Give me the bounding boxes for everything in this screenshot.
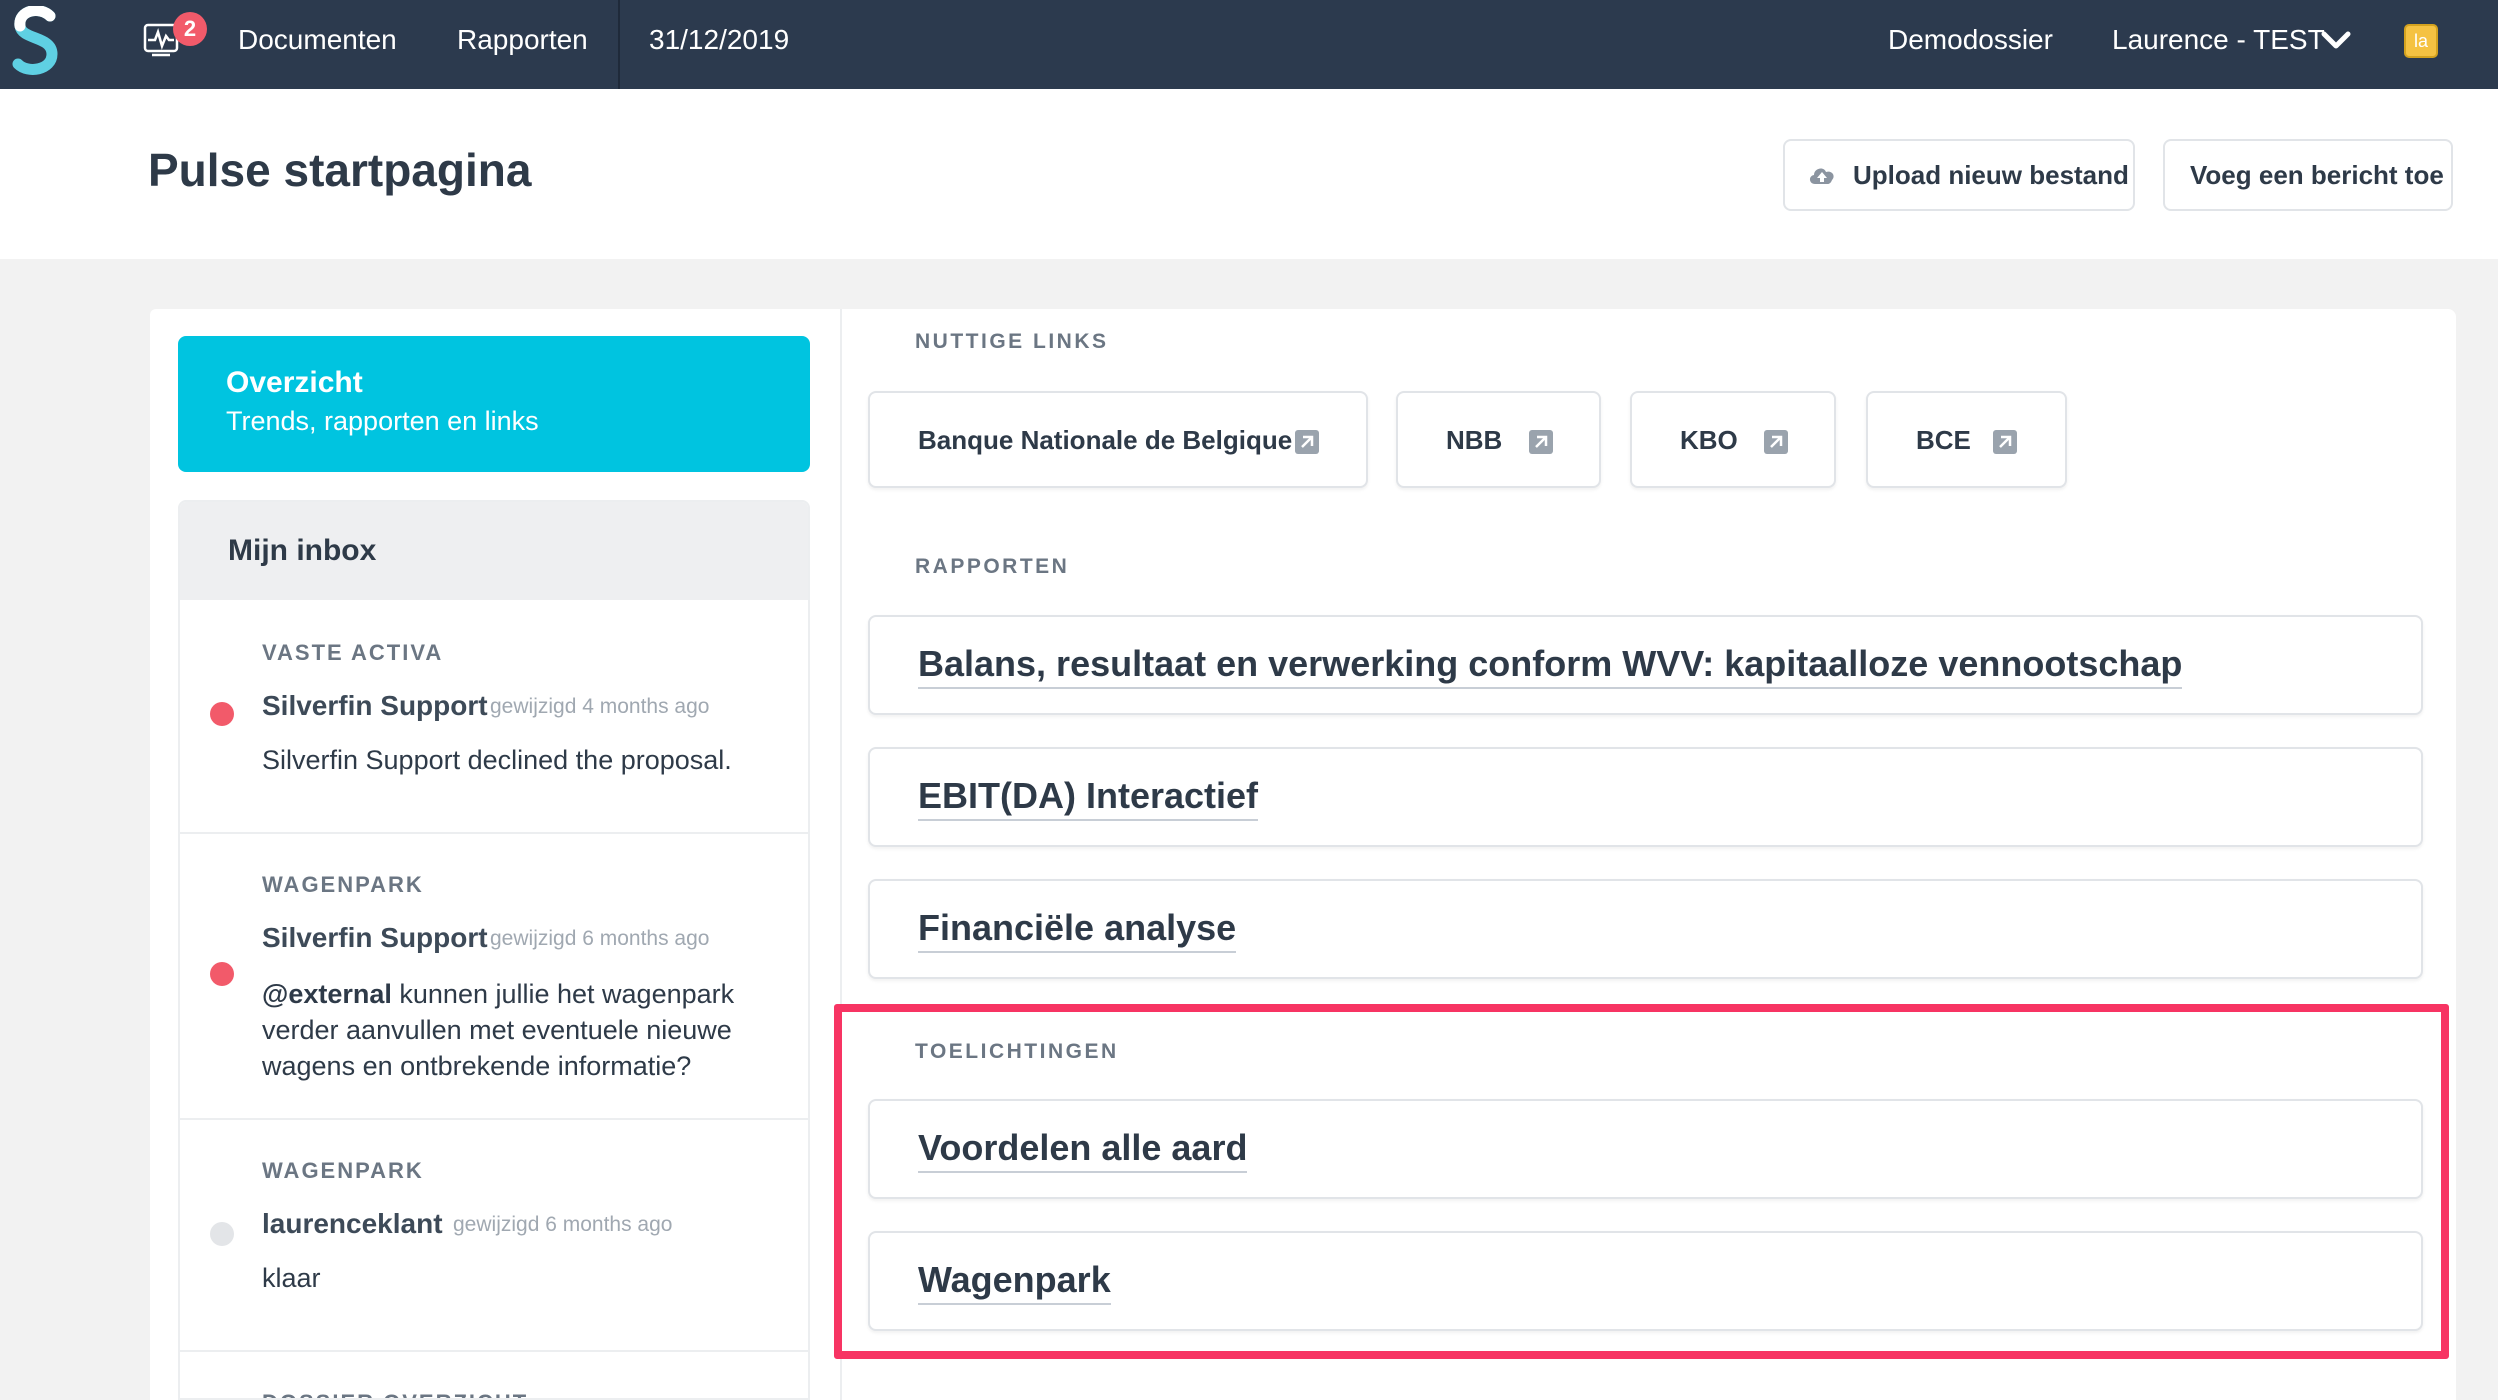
nav-dossier[interactable]: Demodossier [1888, 22, 2053, 58]
upload-file-button[interactable]: Upload nieuw bestand [1783, 139, 2135, 211]
highlight-annotation-box [834, 1004, 2449, 1359]
message-modified: gewijzigd 6 months ago [490, 927, 710, 950]
overview-tab[interactable]: Overzicht Trends, rapporten en links [178, 336, 810, 472]
message-modified: gewijzigd 6 months ago [453, 1213, 673, 1236]
inbox-title: Mijn inbox [228, 534, 377, 567]
overview-title: Overzicht [226, 366, 363, 399]
report-link[interactable]: Balans, resultaat en verwerking conform … [918, 643, 2183, 689]
message-text: Silverfin Support declined the proposal. [262, 745, 732, 775]
add-message-button[interactable]: Voeg een bericht toe [2163, 139, 2453, 211]
upload-file-label: Upload nieuw bestand [1853, 160, 2129, 190]
overview-subtitle: Trends, rapporten en links [226, 406, 539, 436]
external-link-icon [1295, 430, 1319, 454]
message-author: laurenceklant [262, 1208, 443, 1239]
message-author: Silverfin Support [262, 922, 488, 953]
external-link-icon [1764, 430, 1788, 454]
page-header: Pulse startpagina Upload nieuw bestand V… [0, 89, 2498, 259]
inbox-panel: Mijn inbox VASTE ACTIVA Silverfin Suppor… [178, 500, 810, 1400]
message-divider [180, 1118, 808, 1120]
message-divider [180, 832, 808, 834]
report-card[interactable]: Financiële analyse [868, 879, 2423, 979]
chevron-down-icon[interactable] [2320, 28, 2352, 52]
message-modified: gewijzigd 4 months ago [490, 695, 710, 718]
reports-heading: RAPPORTEN [915, 555, 1070, 578]
top-navigation: 2 Documenten Rapporten 31/12/2019 Demodo… [0, 0, 2498, 89]
link-label: BCE [1916, 425, 1971, 455]
mention[interactable]: @external [262, 979, 392, 1009]
message-category: WAGENPARK [262, 872, 424, 897]
message-text: klaar [262, 1263, 321, 1293]
cloud-upload-icon [1809, 168, 1834, 184]
silverfin-logo[interactable] [10, 6, 62, 78]
links-heading: NUTTIGE LINKS [915, 330, 1109, 353]
message-category: DOSSIER OVERZICHT [262, 1390, 528, 1398]
user-avatar[interactable]: la [2404, 24, 2438, 58]
report-card[interactable]: Balans, resultaat en verwerking conform … [868, 615, 2423, 715]
report-link[interactable]: EBIT(DA) Interactief [918, 775, 1259, 821]
link-bce[interactable]: BCE [1866, 391, 2067, 488]
link-nbb-full[interactable]: Banque Nationale de Belgique [868, 391, 1368, 488]
link-label: KBO [1680, 425, 1738, 455]
nav-period-date[interactable]: 31/12/2019 [649, 22, 789, 58]
notification-badge: 2 [173, 12, 207, 46]
link-nbb[interactable]: NBB [1396, 391, 1601, 488]
nav-user-menu[interactable]: Laurence - TEST [2112, 22, 2325, 58]
message-category: VASTE ACTIVA [262, 640, 444, 665]
message-author: Silverfin Support [262, 690, 488, 721]
external-link-icon [1529, 430, 1553, 454]
report-link[interactable]: Financiële analyse [918, 907, 1237, 953]
link-label: NBB [1446, 425, 1503, 455]
page-title: Pulse startpagina [148, 144, 532, 196]
read-dot [210, 1222, 234, 1246]
message-category: WAGENPARK [262, 1158, 424, 1183]
link-kbo[interactable]: KBO [1630, 391, 1836, 488]
nav-documents[interactable]: Documenten [238, 22, 397, 58]
external-link-icon [1993, 430, 2017, 454]
nav-divider [618, 0, 620, 89]
inbox-header[interactable]: Mijn inbox [180, 502, 808, 600]
message-divider [180, 1350, 808, 1352]
nav-reports[interactable]: Rapporten [457, 22, 588, 58]
message-text: @external kunnen jullie het wagenpark ve… [262, 976, 782, 1084]
report-card[interactable]: EBIT(DA) Interactief [868, 747, 2423, 847]
unread-dot [210, 962, 234, 986]
link-label: Banque Nationale de Belgique [918, 425, 1293, 455]
unread-dot [210, 702, 234, 726]
